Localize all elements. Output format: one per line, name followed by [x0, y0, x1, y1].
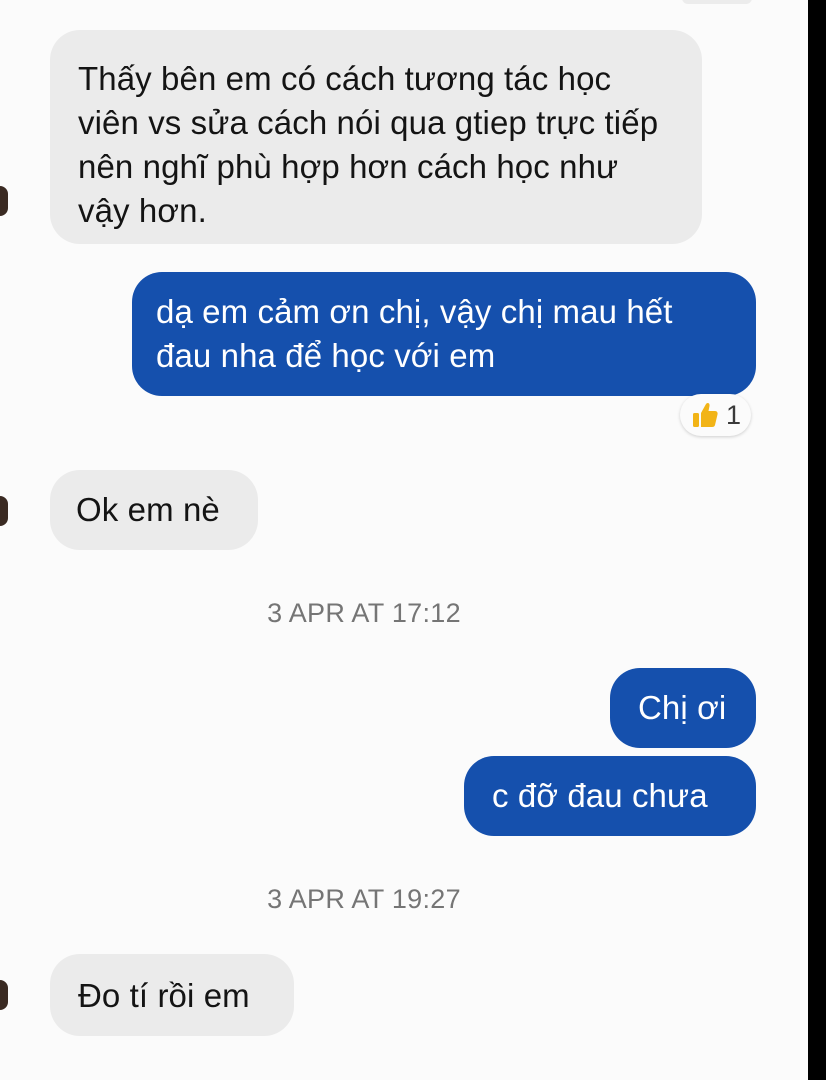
sender-avatar[interactable]	[0, 980, 8, 1010]
incoming-message-bubble[interactable]: Thấy bên em có cách tương tác học viên v…	[50, 30, 702, 244]
message-text: Chị ơi	[638, 689, 727, 726]
previous-message-fragment	[682, 0, 752, 4]
thumbs-up-icon	[693, 402, 718, 427]
message-text: Thấy bên em có cách tương tác học viên v…	[78, 60, 659, 229]
message-text: c đỡ đau chưa	[492, 777, 708, 814]
screen-edge	[808, 0, 826, 1080]
chat-screen: Thấy bên em có cách tương tác học viên v…	[0, 0, 808, 1080]
message-reaction[interactable]: 1	[680, 394, 752, 436]
message-text: Đo tí rồi em	[78, 977, 250, 1014]
outgoing-message-bubble[interactable]: dạ em cảm ơn chị, vậy chị mau hết đau nh…	[132, 272, 756, 396]
incoming-message-bubble[interactable]: Đo tí rồi em	[50, 954, 294, 1036]
sender-avatar[interactable]	[0, 496, 8, 526]
timestamp-divider: 3 APR AT 17:12	[267, 598, 461, 628]
message-text: dạ em cảm ơn chị, vậy chị mau hết đau nh…	[156, 293, 673, 374]
timestamp-divider: 3 APR AT 19:27	[267, 884, 461, 914]
outgoing-message-bubble[interactable]: Chị ơi	[610, 668, 756, 748]
message-text: Ok em nè	[76, 491, 220, 528]
sender-avatar[interactable]	[0, 186, 8, 216]
incoming-message-bubble[interactable]: Ok em nè	[50, 470, 258, 550]
outgoing-message-bubble[interactable]: c đỡ đau chưa	[464, 756, 756, 836]
reaction-count: 1	[726, 399, 742, 430]
